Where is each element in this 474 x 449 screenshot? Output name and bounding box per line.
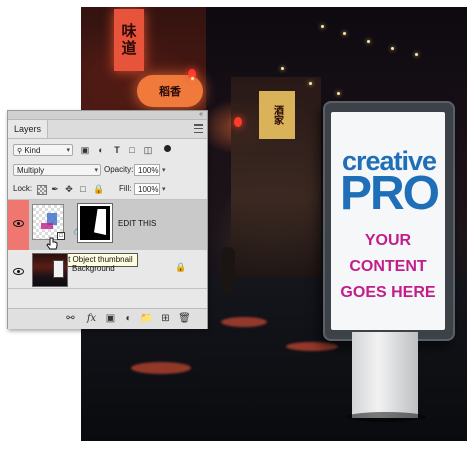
lock-artboard-icon[interactable]: □: [78, 184, 88, 194]
lock-all-icon[interactable]: 🔒: [93, 184, 104, 194]
lock-label: Lock:: [13, 184, 33, 193]
layer-mask-thumbnail[interactable]: [77, 203, 113, 243]
light-reflection: [221, 317, 267, 327]
type-filter-icon[interactable]: T: [112, 145, 122, 155]
eye-icon[interactable]: [13, 220, 24, 227]
string-light: [391, 47, 394, 50]
thumbnail-content: [41, 223, 53, 229]
panel-tab-row: Layers: [8, 120, 207, 139]
chevron-down-icon[interactable]: ▾: [162, 166, 166, 174]
billboard-line: CONTENT: [349, 258, 427, 275]
smart-object-filter-icon[interactable]: ◫: [143, 145, 153, 155]
visibility-toggle[interactable]: [8, 200, 29, 250]
lock-transparent-icon[interactable]: [37, 185, 47, 195]
trash-icon[interactable]: 🗑: [178, 312, 191, 325]
smart-object-thumbnail[interactable]: □: [32, 204, 65, 240]
person-silhouette: [221, 247, 235, 293]
string-light: [309, 82, 312, 85]
blend-mode-dropdown[interactable]: Multiply ▾: [13, 164, 101, 176]
panel-title-bar[interactable]: «: [8, 111, 207, 120]
chevron-down-icon[interactable]: ▾: [162, 185, 166, 193]
street-lamp: [191, 77, 194, 80]
search-icon: ⚲: [17, 148, 23, 155]
panel-menu-icon[interactable]: [194, 124, 203, 133]
fill-field[interactable]: 100%: [134, 183, 160, 195]
layer-name-edit-this[interactable]: EDIT THIS: [118, 219, 156, 229]
thumbnail-content: [53, 260, 64, 278]
lock-move-icon[interactable]: ✥: [64, 184, 74, 194]
mask-shape: [94, 209, 106, 235]
shape-filter-icon[interactable]: □: [127, 145, 137, 155]
chevron-down-icon: ▾: [66, 147, 70, 154]
new-group-icon[interactable]: 📁: [140, 312, 153, 325]
billboard-line: YOUR: [364, 232, 412, 249]
fx-icon[interactable]: fx: [85, 312, 98, 325]
new-layer-icon[interactable]: ⊞: [159, 312, 172, 325]
pixel-filter-icon[interactable]: ▣: [80, 145, 90, 155]
billboard-line: GOES HERE: [340, 284, 436, 301]
collapse-icon[interactable]: «: [199, 110, 203, 119]
string-light: [415, 53, 418, 56]
smart-object-badge-icon: □: [57, 232, 65, 240]
tab-layers[interactable]: Layers: [8, 120, 49, 138]
blend-mode-value: Multiply: [17, 166, 45, 175]
adjustment-filter-icon[interactable]: ◐: [96, 145, 106, 155]
vertical-neon-sign: 味道: [114, 9, 144, 71]
red-lantern: [234, 117, 242, 127]
filter-toggle-icon[interactable]: [164, 145, 171, 152]
string-light: [321, 25, 324, 28]
light-reflection: [286, 342, 338, 351]
yellow-shop-sign: 酒家: [259, 91, 295, 139]
chevron-down-icon: ▾: [94, 167, 98, 174]
filter-kind-value: Kind: [24, 146, 41, 155]
billboard-screen: creative PRO YOUR CONTENT GOES HERE: [331, 112, 445, 330]
filter-kind-dropdown[interactable]: ⚲ Kind ▾: [13, 144, 73, 156]
fill-label: Fill:: [119, 184, 132, 193]
lock-icon[interactable]: 🔒: [175, 262, 186, 273]
brand-pro-text: PRO: [339, 167, 440, 220]
string-light: [337, 92, 340, 95]
layer-name-background[interactable]: Background: [72, 264, 115, 274]
background-layer-thumbnail[interactable]: [32, 253, 68, 287]
lock-brush-icon[interactable]: ✒: [50, 184, 60, 194]
string-light: [281, 67, 284, 70]
divider: [8, 288, 207, 289]
billboard-shadow: [346, 412, 426, 422]
adjustment-layer-icon[interactable]: ◐: [122, 312, 135, 325]
billboard-frame: creative PRO YOUR CONTENT GOES HERE: [323, 101, 455, 341]
add-mask-icon[interactable]: ▣: [104, 312, 117, 325]
layers-panel: « Layers ⚲ Kind ▾ ▣ ◐ T □ ◫ Multiply ▾ O…: [7, 110, 208, 329]
eye-icon[interactable]: [13, 268, 24, 275]
light-reflection: [131, 362, 191, 374]
layers-bottom-toolbar: ⚯ fx ▣ ◐ 📁 ⊞ 🗑: [8, 308, 207, 329]
billboard-post: [352, 332, 418, 418]
opacity-label: Opacity:: [104, 165, 134, 174]
hand-cursor-icon: [46, 237, 58, 250]
string-light: [343, 32, 346, 35]
string-light: [367, 40, 370, 43]
opacity-field[interactable]: 100%: [134, 164, 160, 176]
link-layers-icon[interactable]: ⚯: [64, 312, 77, 325]
